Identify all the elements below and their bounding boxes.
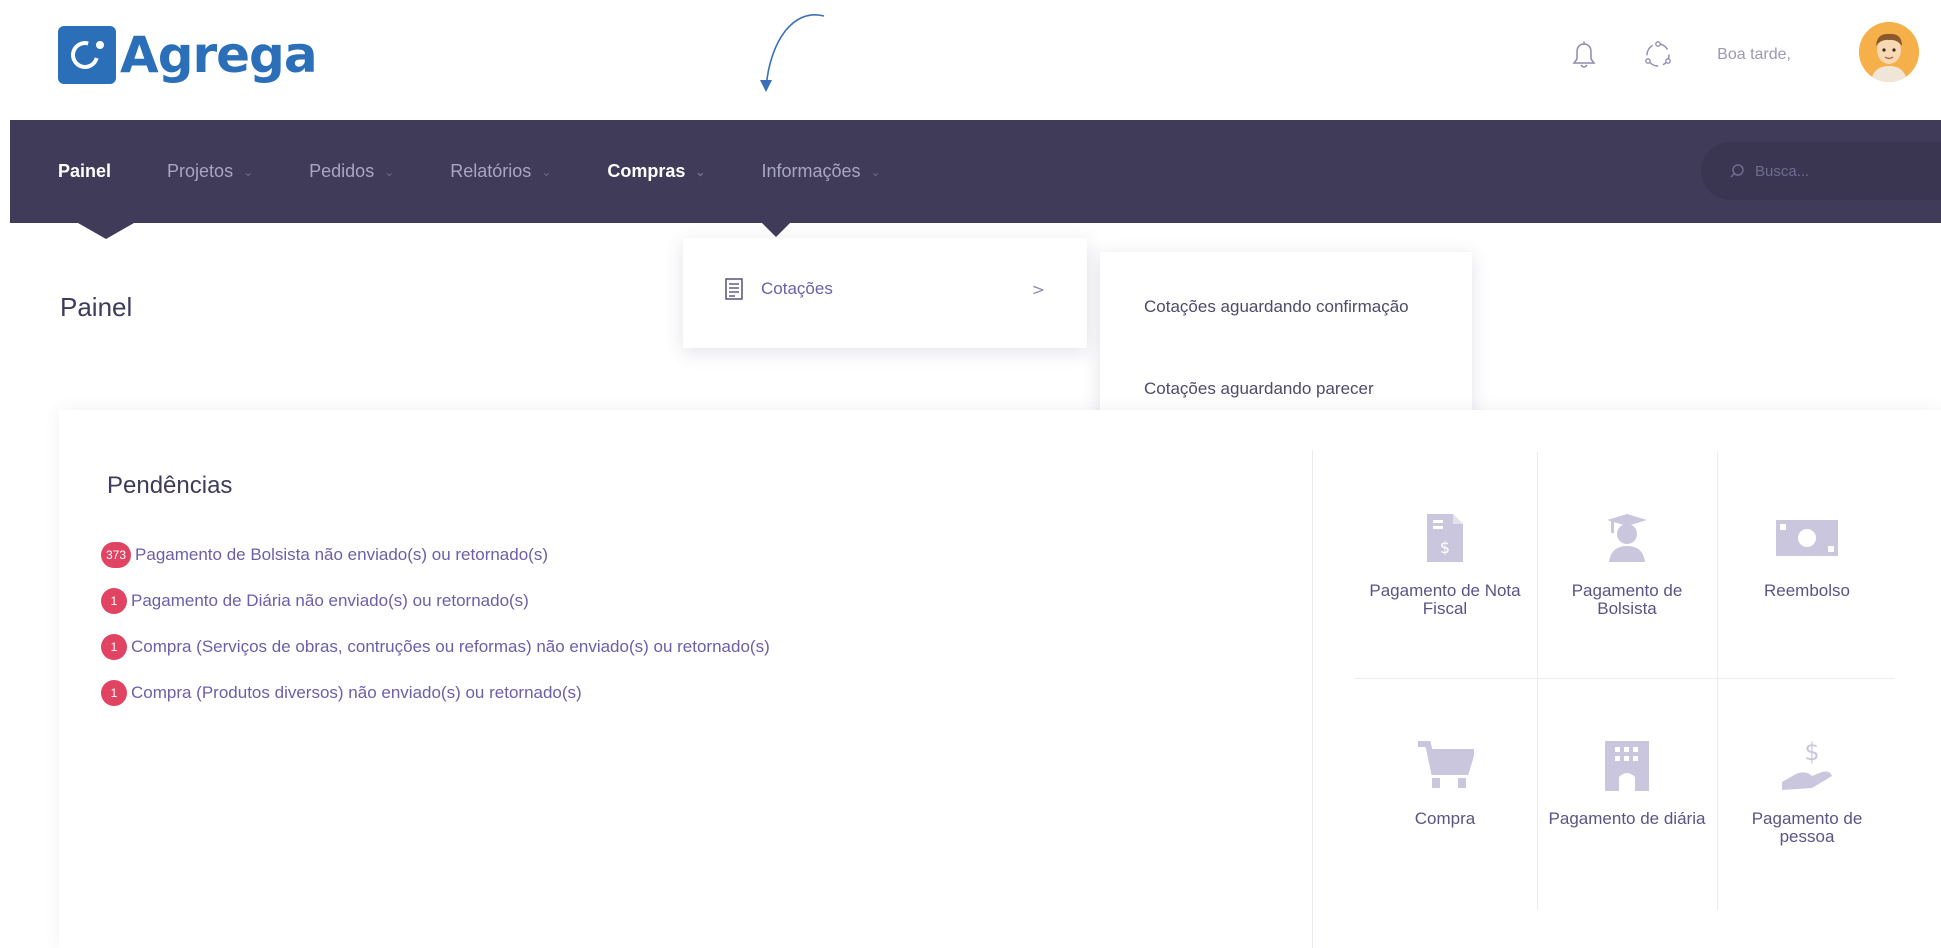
- bell-icon[interactable]: [1569, 38, 1599, 72]
- nav-item-compras[interactable]: Compras ⌄: [607, 161, 705, 182]
- tile-label: Reembolso: [1764, 581, 1850, 600]
- search-input[interactable]: [1755, 162, 1915, 180]
- dropdown-item-cotacoes[interactable]: Cotações >: [725, 278, 1045, 300]
- document-icon: [725, 278, 743, 300]
- count-badge: 1: [101, 588, 127, 614]
- tile-label: Pagamento de Nota Fiscal: [1369, 581, 1521, 618]
- top-header: Agrega Boa tarde,: [0, 0, 1941, 120]
- user-avatar[interactable]: [1859, 22, 1919, 82]
- active-nav-indicator: [78, 223, 134, 239]
- dashboard-card: Pendências 373 Pagamento de Bolsista não…: [59, 410, 1941, 948]
- main-navbar: Painel Projetos ⌄ Pedidos ⌄ Relatórios ⌄ Co…: [10, 120, 1941, 239]
- submenu-item-aguardando-confirmacao[interactable]: Cotações aguardando confirmação: [1144, 292, 1424, 321]
- nav-item-pedidos[interactable]: Pedidos ⌄: [309, 161, 394, 182]
- nav-item-painel[interactable]: Painel: [58, 161, 111, 182]
- graduate-icon: [1601, 510, 1653, 566]
- cart-icon: [1416, 738, 1474, 794]
- invoice-icon: $: [1425, 510, 1465, 566]
- hand-money-icon: $: [1778, 738, 1836, 794]
- chevron-down-icon: ⌄: [243, 164, 254, 179]
- chevron-down-icon: ⌄: [541, 164, 552, 179]
- nav-item-informacoes[interactable]: Informações ⌄: [761, 161, 880, 182]
- search-box[interactable]: [1701, 142, 1941, 200]
- list-item[interactable]: 373 Pagamento de Bolsista não enviado(s)…: [101, 532, 770, 578]
- chevron-right-icon: >: [1031, 279, 1045, 299]
- chevron-down-icon: ⌄: [384, 164, 395, 179]
- pendencia-link[interactable]: Pagamento de Bolsista não enviado(s) ou …: [135, 545, 548, 565]
- pendencias-title: Pendências: [107, 472, 233, 499]
- tile-label: Pagamento de pessoa: [1751, 809, 1863, 846]
- tile-pagamento-nota-fiscal[interactable]: $ Pagamento de Nota Fiscal: [1355, 452, 1535, 680]
- pendencia-link[interactable]: Compra (Produtos diversos) não enviado(s…: [131, 683, 582, 703]
- list-item[interactable]: 1 Compra (Produtos diversos) não enviado…: [101, 670, 770, 716]
- nav-item-projetos[interactable]: Projetos ⌄: [167, 161, 253, 182]
- compras-dropdown: Cotações >: [683, 238, 1087, 348]
- money-bill-icon: [1774, 510, 1840, 566]
- app-name: Agrega: [120, 26, 318, 84]
- list-item[interactable]: 1 Pagamento de Diária não enviado(s) ou …: [101, 578, 770, 624]
- svg-text:$: $: [1440, 538, 1450, 557]
- nav-item-relatorios[interactable]: Relatórios ⌄: [450, 161, 551, 182]
- app-logo[interactable]: Agrega: [58, 26, 318, 84]
- count-badge: 1: [101, 680, 127, 706]
- pendencias-list: 373 Pagamento de Bolsista não enviado(s)…: [101, 532, 770, 716]
- search-icon: [1730, 164, 1744, 178]
- tile-reembolso[interactable]: Reembolso: [1717, 452, 1897, 680]
- count-badge: 1: [101, 634, 127, 660]
- annotation-arrow-icon: [760, 13, 825, 92]
- greeting-text: Boa tarde,: [1717, 46, 1791, 63]
- chevron-down-icon: ⌄: [695, 164, 706, 179]
- page-title: Painel: [60, 292, 133, 322]
- submenu-item-aguardando-parecer[interactable]: Cotações aguardando parecer: [1144, 374, 1424, 403]
- shortcut-tiles: $ Pagamento de Nota Fiscal Pagamento de …: [1355, 452, 1895, 910]
- building-icon: [1603, 738, 1651, 794]
- support-icon[interactable]: [1643, 38, 1673, 72]
- dropdown-item-label: Cotações: [761, 279, 833, 298]
- tile-label: Pagamento de diária: [1548, 809, 1706, 828]
- dropdown-pointer: [762, 223, 790, 237]
- count-badge: 373: [101, 542, 132, 568]
- tile-pagamento-diaria[interactable]: Pagamento de diária: [1537, 680, 1717, 908]
- tile-label: Compra: [1414, 809, 1476, 828]
- tile-compra[interactable]: Compra: [1355, 680, 1535, 908]
- tile-label: Pagamento de Bolsista: [1571, 581, 1683, 618]
- logo-mark-icon: [58, 26, 116, 84]
- pendencia-link[interactable]: Pagamento de Diária não enviado(s) ou re…: [131, 591, 529, 611]
- header-actions: Boa tarde,: [1569, 22, 1941, 88]
- nav-menu: Painel Projetos ⌄ Pedidos ⌄ Relatórios ⌄ Co…: [58, 120, 937, 223]
- list-item[interactable]: 1 Compra (Serviços de obras, contruções …: [101, 624, 770, 670]
- pendencia-link[interactable]: Compra (Serviços de obras, contruções ou…: [131, 637, 770, 657]
- chevron-down-icon: ⌄: [870, 164, 881, 179]
- tile-pagamento-bolsista[interactable]: Pagamento de Bolsista: [1537, 452, 1717, 680]
- column-divider: [1312, 450, 1313, 948]
- svg-text:$: $: [1804, 738, 1819, 766]
- tile-pagamento-pessoa[interactable]: $ Pagamento de pessoa: [1717, 680, 1897, 908]
